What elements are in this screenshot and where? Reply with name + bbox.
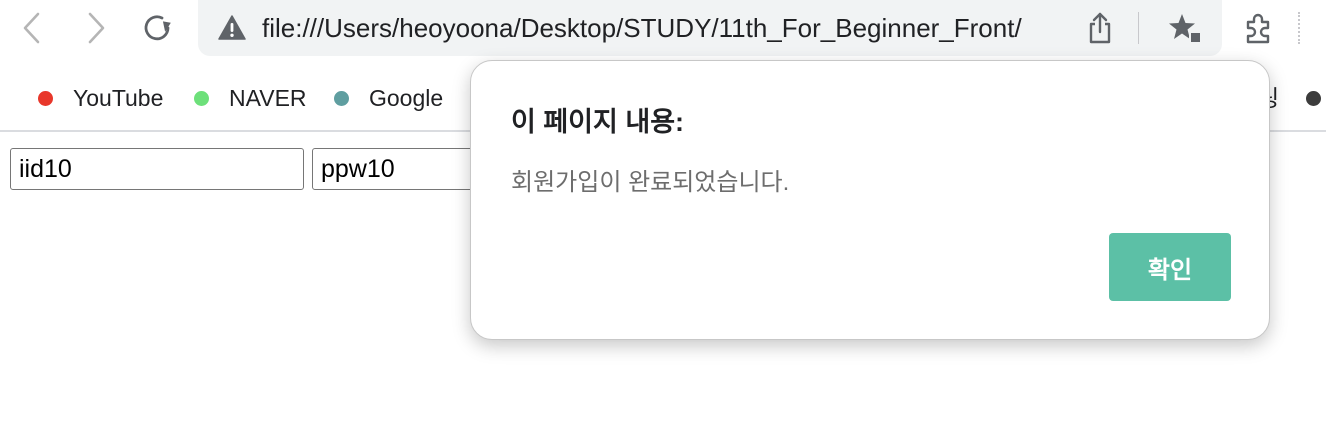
- bookmark-youtube[interactable]: YouTube: [38, 82, 163, 114]
- chevron-right-icon: [88, 12, 105, 44]
- youtube-favicon-icon: [38, 90, 53, 106]
- reload-icon: [144, 15, 171, 41]
- bookmark-label: YouTube: [73, 84, 164, 111]
- browser-toolbar: file:///Users/heoyoona/Desktop/STUDY/11t…: [0, 0, 1326, 58]
- id-input[interactable]: iid10: [10, 148, 304, 190]
- chevron-left-icon: [23, 12, 40, 44]
- bookmark-label: Google: [369, 84, 444, 111]
- bookmark-favicon-icon: [1306, 90, 1321, 106]
- dialog-title: 이 페이지 내용:: [511, 107, 685, 137]
- bookmark-overflow[interactable]: [1306, 82, 1321, 114]
- alert-dialog: 이 페이지 내용: 회원가입이 완료되었습니다. 확인: [470, 60, 1270, 340]
- url-text[interactable]: file:///Users/heoyoona/Desktop/STUDY/11t…: [262, 12, 1082, 44]
- bookmark-google[interactable]: Google: [334, 82, 443, 114]
- reload-button[interactable]: [138, 8, 178, 48]
- bookmark-star-icon[interactable]: [1168, 12, 1202, 44]
- share-icon[interactable]: [1086, 12, 1114, 44]
- password-input[interactable]: ppw10: [312, 148, 482, 190]
- confirm-button[interactable]: 확인: [1109, 233, 1231, 301]
- bookmark-label: NAVER: [229, 84, 307, 111]
- extensions-icon[interactable]: [1240, 10, 1276, 46]
- back-button[interactable]: [12, 8, 52, 48]
- warning-icon[interactable]: [218, 14, 246, 42]
- toolbar-divider: [1298, 12, 1302, 44]
- google-favicon-icon: [334, 90, 349, 106]
- address-bar-divider: [1138, 12, 1139, 44]
- dialog-message: 회원가입이 완료되었습니다.: [511, 169, 790, 196]
- forward-button[interactable]: [76, 8, 116, 48]
- address-bar[interactable]: file:///Users/heoyoona/Desktop/STUDY/11t…: [198, 0, 1222, 56]
- naver-favicon-icon: [194, 90, 209, 106]
- bookmark-naver[interactable]: NAVER: [194, 82, 307, 114]
